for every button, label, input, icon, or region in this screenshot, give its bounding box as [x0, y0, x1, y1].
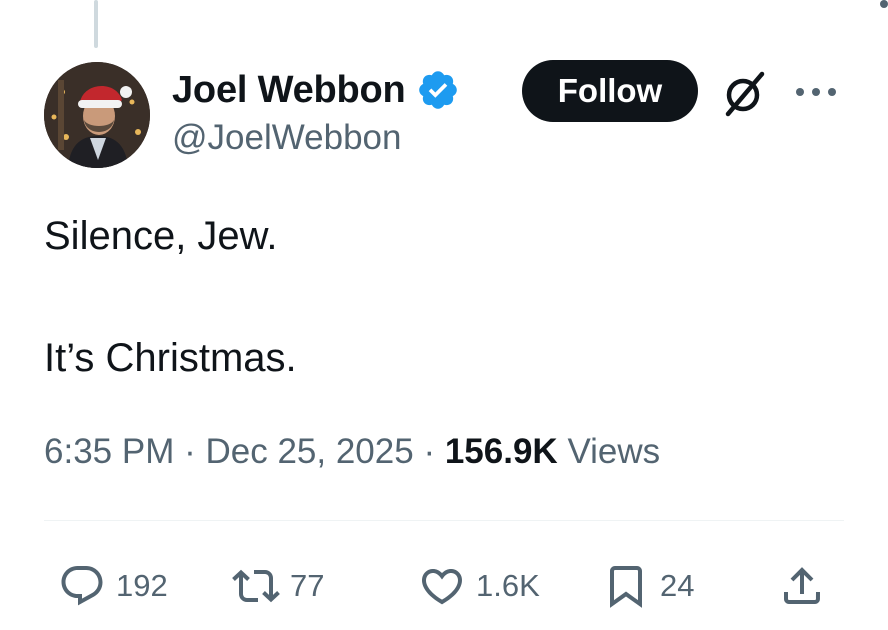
views-count: 156.9K: [444, 432, 558, 471]
avatar[interactable]: [44, 62, 150, 168]
repost-button[interactable]: 77: [232, 560, 324, 612]
corner-dot: [880, 0, 888, 8]
grok-icon[interactable]: [716, 64, 774, 122]
repost-icon: [232, 569, 280, 603]
like-button[interactable]: 1.6K: [418, 560, 540, 612]
meta-separator: ·: [423, 432, 436, 471]
divider: [44, 520, 844, 521]
thread-connector-line: [94, 0, 98, 48]
bookmark-button[interactable]: 24: [602, 560, 694, 612]
post-time[interactable]: 6:35 PM: [44, 432, 174, 471]
verified-badge-icon: [418, 71, 457, 109]
reply-count: 192: [116, 568, 168, 603]
bookmark-icon: [610, 566, 642, 608]
author-handle[interactable]: @JoelWebbon: [172, 118, 401, 158]
post-text-line: Silence, Jew.: [44, 214, 278, 258]
post-text-line: It’s Christmas.: [44, 336, 297, 380]
post-meta: 6:35 PM · Dec 25, 2025 · 156.9K Views: [44, 432, 660, 472]
share-button[interactable]: [778, 560, 826, 612]
views-label: Views: [567, 432, 661, 471]
reply-icon: [61, 566, 103, 606]
more-icon[interactable]: [792, 80, 840, 104]
author-name[interactable]: Joel Webbon: [172, 69, 406, 112]
share-icon: [784, 567, 820, 604]
post-date[interactable]: Dec 25, 2025: [205, 432, 413, 471]
follow-button[interactable]: Follow: [522, 60, 698, 122]
like-count: 1.6K: [476, 568, 540, 603]
repost-count: 77: [290, 568, 325, 603]
meta-separator: ·: [184, 432, 196, 471]
avatar-image: [44, 62, 150, 168]
bookmark-count: 24: [660, 568, 695, 603]
heart-icon: [421, 569, 463, 605]
reply-button[interactable]: 192: [58, 560, 168, 612]
author-name-row: Joel Webbon: [172, 64, 460, 116]
